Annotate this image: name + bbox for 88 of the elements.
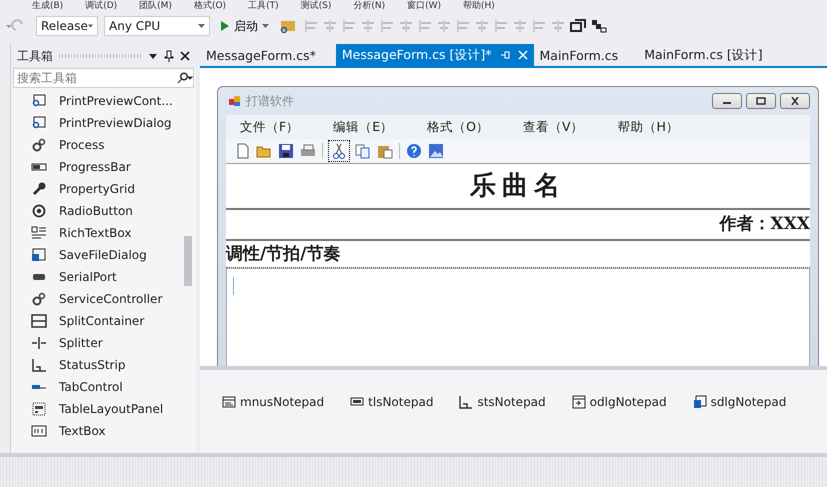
menu-item[interactable]: 生成(B) [32, 0, 64, 12]
close-icon[interactable] [180, 51, 190, 61]
document-tab[interactable]: MainForm.cs [534, 44, 624, 66]
menu-item[interactable]: 文件（F） [240, 118, 300, 136]
document-tab[interactable]: MessageForm.cs* [200, 44, 322, 66]
document-tab[interactable]: MainForm.cs [设计] [638, 44, 769, 66]
toolbox-item[interactable]: ServiceController [31, 288, 182, 310]
maximize-button[interactable] [746, 93, 776, 109]
splitter-icon [31, 336, 47, 350]
bring-to-front-icon[interactable] [569, 18, 587, 34]
close-button[interactable] [780, 93, 810, 109]
form-title: 打谱软件 [246, 92, 294, 110]
toolbox-item[interactable]: RadioButton [31, 200, 182, 222]
preview-icon [31, 94, 47, 108]
dialog-icon [31, 248, 47, 262]
panel-title: 工具箱 [17, 48, 53, 64]
menu-item[interactable]: 工具(T) [248, 0, 279, 12]
toolbox-item[interactable]: SplitContainer [31, 310, 182, 332]
menu-item[interactable]: 编辑（E） [333, 118, 394, 136]
toolstrip-icon [350, 394, 364, 408]
component-item[interactable]: tlsNotepad [350, 394, 434, 408]
caret-icon [262, 24, 269, 28]
app-icon [228, 94, 242, 108]
start-button[interactable]: 启动 [216, 18, 273, 34]
menu-item[interactable]: 帮助(H) [463, 0, 495, 12]
play-icon [220, 20, 230, 32]
menu-item[interactable]: 格式(O) [194, 0, 226, 12]
folder-icon[interactable] [279, 18, 297, 34]
menu-icon [222, 394, 236, 408]
menu-item[interactable]: 查看（V） [522, 118, 584, 136]
search-field[interactable]: 搜索工具箱 [13, 68, 194, 88]
printer-icon[interactable] [300, 143, 316, 159]
paste-icon[interactable] [377, 143, 393, 159]
caret-icon [88, 24, 93, 28]
component-item[interactable]: mnusNotepad [222, 394, 324, 408]
platform-dropdown[interactable]: Any CPU [104, 16, 210, 36]
menu-item[interactable]: 格式（O） [427, 118, 489, 136]
author-label: 作者：XXX [226, 210, 810, 241]
image-icon[interactable] [428, 143, 444, 159]
menu-item[interactable]: 分析(N) [353, 0, 386, 12]
open-icon [572, 394, 586, 408]
menu-item[interactable]: 帮助（H） [618, 118, 679, 136]
text-icon [31, 226, 47, 240]
save-icon [692, 394, 707, 408]
scissors-icon[interactable] [329, 141, 349, 161]
radio-icon [31, 204, 47, 218]
toolbox-item[interactable]: PropertyGrid [31, 178, 182, 200]
maximize-icon [756, 97, 766, 105]
open-folder-icon[interactable] [256, 144, 272, 158]
component-item[interactable]: stsNotepad [459, 394, 546, 408]
configuration-dropdown[interactable]: Release [36, 16, 98, 36]
menu-item[interactable]: 窗口(W) [407, 0, 442, 12]
toolbox-item[interactable]: TableLayoutPanel [31, 398, 182, 420]
toolbox-item[interactable]: SerialPort [31, 266, 182, 288]
toolbox-item[interactable]: SaveFileDialog [31, 244, 182, 266]
menu-item[interactable]: 测试(S) [300, 0, 332, 12]
menu-item[interactable]: 团队(M) [139, 0, 172, 12]
close-icon [790, 97, 800, 105]
toolbox-item[interactable]: TextBox [31, 420, 182, 442]
song-title-label: 乐曲名 [226, 164, 810, 210]
component-item[interactable]: sdlgNotepad [692, 394, 786, 408]
search-icon[interactable] [177, 72, 193, 84]
toolbox-item[interactable]: ProgressBar [31, 156, 182, 178]
preview-icon [31, 116, 47, 130]
help-icon[interactable] [406, 143, 422, 159]
copy-icon[interactable] [355, 143, 371, 159]
send-to-back-icon[interactable] [590, 18, 608, 34]
grid-icon [31, 402, 47, 416]
toolbox-item[interactable]: StatusStrip [31, 354, 182, 376]
status-icon [31, 358, 47, 372]
toolbox-item[interactable]: RichTextBox [31, 222, 182, 244]
toolbox-item[interactable]: Splitter [31, 332, 182, 354]
toolbox-item[interactable]: Process [31, 134, 182, 156]
save-icon[interactable] [278, 143, 294, 159]
minimize-button[interactable] [712, 93, 742, 109]
split-icon [31, 314, 47, 328]
component-item[interactable]: odlgNotepad [572, 394, 667, 408]
toolbox-item[interactable]: TabControl [31, 376, 182, 398]
toolbox-item[interactable]: PrintPreviewDialog [31, 112, 182, 134]
menu-item[interactable]: 调试(D) [85, 0, 118, 12]
new-file-icon[interactable] [236, 143, 250, 159]
textbox-icon [31, 424, 47, 438]
toolbox-item[interactable]: PrintPreviewCont... [31, 90, 182, 112]
status-icon [459, 394, 474, 408]
caret-icon [198, 24, 205, 28]
key-tempo-label: 调性/节拍/节奏 [226, 241, 810, 268]
dropdown-icon[interactable] [148, 52, 158, 60]
pin-icon[interactable] [164, 50, 174, 62]
